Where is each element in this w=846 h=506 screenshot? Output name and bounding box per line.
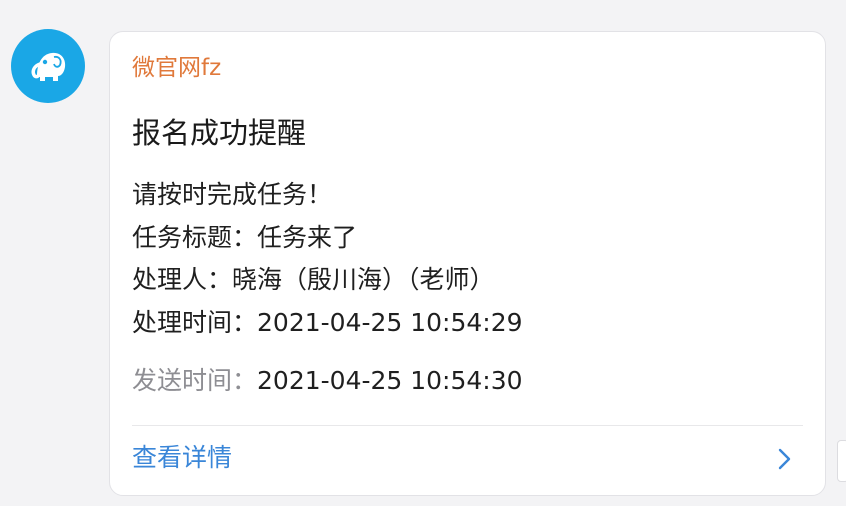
field-label: 处理人：	[132, 265, 233, 294]
message-title: 报名成功提醒	[132, 116, 307, 150]
field-handle-time: 处理时间：2021-04-25 10:54:29	[132, 310, 523, 335]
view-details-link[interactable]: 查看详情	[132, 445, 232, 470]
sender-name: 微官网fz	[132, 55, 222, 81]
send-time-label: 发送时间：	[132, 366, 258, 395]
field-value: 晓海（殷川海）（老师）	[232, 265, 495, 294]
view-details-row[interactable]: 查看详情	[110, 426, 825, 495]
send-time: 发送时间：2021-04-25 10:54:30	[132, 368, 523, 393]
field-label: 处理时间：	[132, 308, 258, 337]
avatar[interactable]	[11, 29, 85, 103]
message-text: 请按时完成任务！	[132, 180, 333, 209]
field-handler: 处理人：晓海（殷川海）（老师）	[132, 267, 495, 292]
field-task-title: 任务标题：任务来了	[132, 225, 357, 250]
elephant-icon	[24, 40, 72, 92]
field-label: 任务标题：	[132, 223, 258, 252]
side-edge-tab[interactable]	[837, 440, 846, 482]
chevron-right-icon[interactable]	[773, 446, 795, 472]
send-time-value: 2021-04-25 10:54:30	[257, 366, 523, 395]
field-value: 任务来了	[257, 223, 358, 252]
field-value: 2021-04-25 10:54:29	[257, 308, 523, 337]
message-card: 微官网fz 报名成功提醒 请按时完成任务！ 任务标题：任务来了 处理人：晓海（殷…	[109, 31, 826, 496]
